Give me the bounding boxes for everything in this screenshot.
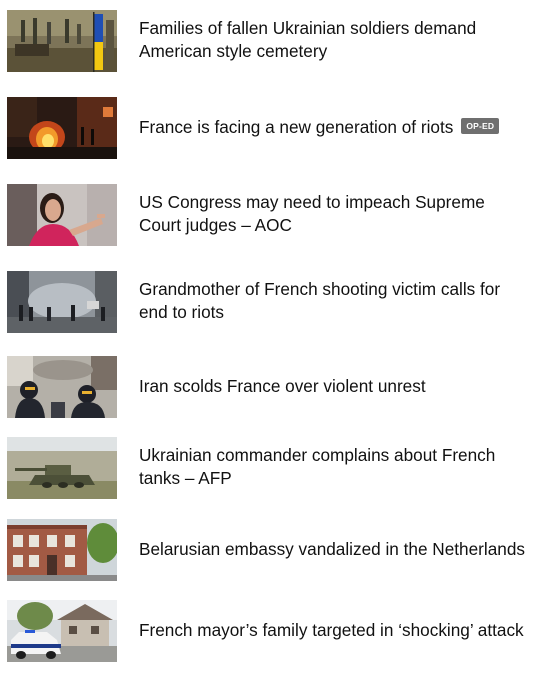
news-item[interactable]: Grandmother of French shooting victim ca… xyxy=(0,271,548,333)
headline-text: France is facing a new generation of rio… xyxy=(139,117,454,137)
police-car-house-image[interactable] xyxy=(7,600,117,662)
headline[interactable]: France is facing a new generation of rio… xyxy=(139,116,548,139)
news-item[interactable]: Families of fallen Ukrainian soldiers de… xyxy=(0,10,548,72)
headline-line: Belarusian embassy vandalized in the Net… xyxy=(139,539,525,559)
news-item[interactable]: Iran scolds France over violent unrest xyxy=(0,356,548,418)
headline-line: Iran scolds France over violent unrest xyxy=(139,376,426,396)
riot-fire-image[interactable] xyxy=(7,97,117,159)
headline[interactable]: French mayor’s family targeted in ‘shock… xyxy=(139,619,548,642)
headline-line: Grandmother of French shooting victim ca… xyxy=(139,279,501,299)
headline[interactable]: Families of fallen Ukrainian soldiers de… xyxy=(139,17,548,63)
news-list: Families of fallen Ukrainian soldiers de… xyxy=(0,0,548,674)
headline-line: Ukrainian commander complains about Fren… xyxy=(139,445,496,465)
headline-line: France is facing a new generation of rio… xyxy=(139,116,548,139)
headline-line: end to riots xyxy=(139,302,225,322)
tank-field-image[interactable] xyxy=(7,437,117,499)
news-item[interactable]: Belarusian embassy vandalized in the Net… xyxy=(0,519,548,581)
headline[interactable]: Iran scolds France over violent unrest xyxy=(139,375,548,398)
headline-line: Court judges – AOC xyxy=(139,215,292,235)
news-item[interactable]: France is facing a new generation of rio… xyxy=(0,97,548,159)
op-ed-badge: OP-ED xyxy=(461,118,500,135)
news-item[interactable]: US Congress may need to impeach Supreme … xyxy=(0,184,548,246)
headline-line: French mayor’s family targeted in ‘shock… xyxy=(139,620,524,640)
headline[interactable]: Belarusian embassy vandalized in the Net… xyxy=(139,538,548,561)
news-item[interactable]: French mayor’s family targeted in ‘shock… xyxy=(0,600,548,662)
riot-police-image[interactable] xyxy=(7,356,117,418)
headline-line: American style cemetery xyxy=(139,41,328,61)
news-item[interactable]: Ukrainian commander complains about Fren… xyxy=(0,437,548,499)
embassy-building-image[interactable] xyxy=(7,519,117,581)
headline[interactable]: US Congress may need to impeach Supreme … xyxy=(139,191,548,237)
street-smoke-image[interactable] xyxy=(7,271,117,333)
headline-line: US Congress may need to impeach Supreme xyxy=(139,192,485,212)
headline-line: Families of fallen Ukrainian soldiers de… xyxy=(139,18,477,38)
soldiers-flag-image[interactable] xyxy=(7,10,117,72)
headline[interactable]: Ukrainian commander complains about Fren… xyxy=(139,444,548,490)
headline-line: tanks – AFP xyxy=(139,468,232,488)
speaker-pointing-image[interactable] xyxy=(7,184,117,246)
headline[interactable]: Grandmother of French shooting victim ca… xyxy=(139,278,548,324)
